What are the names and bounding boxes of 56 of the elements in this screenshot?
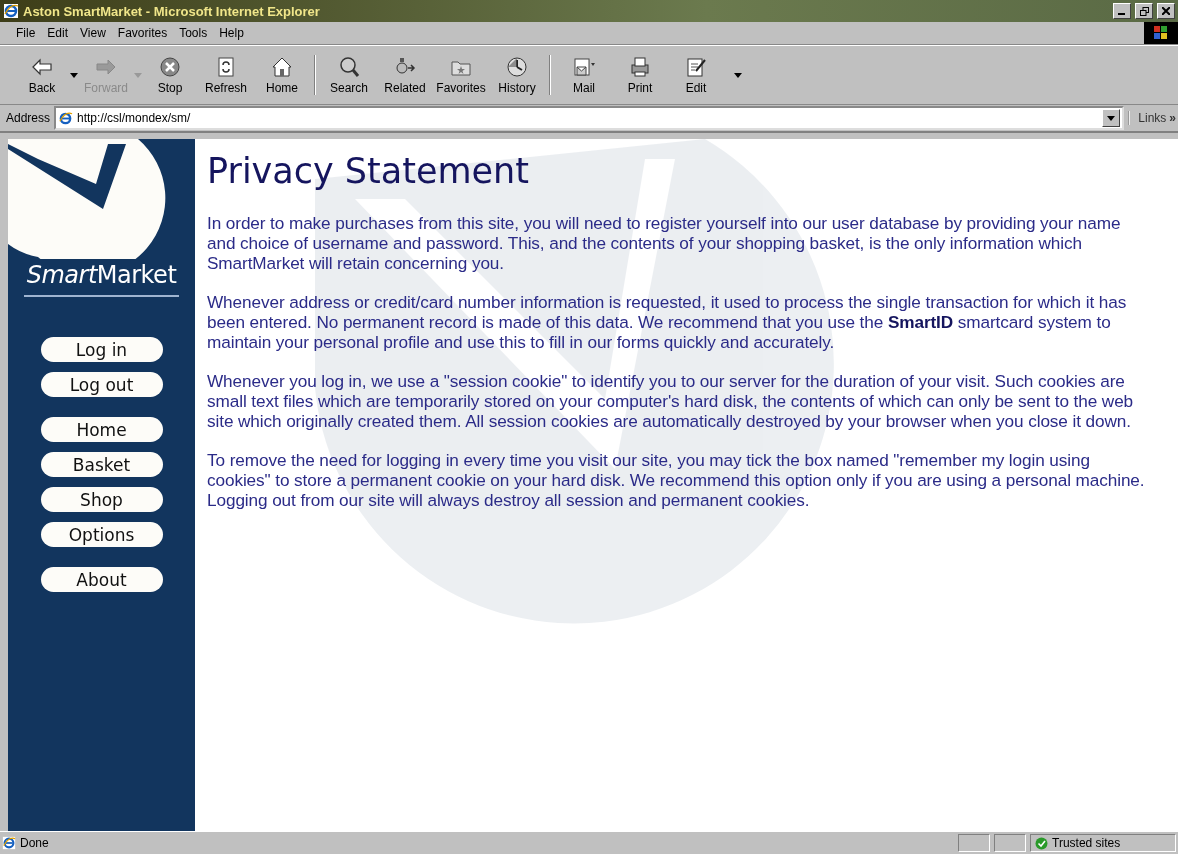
menu-item[interactable]: View xyxy=(74,24,112,42)
toolbar-button[interactable]: Mail xyxy=(556,55,612,95)
stop-icon xyxy=(158,55,182,79)
toolbar-button[interactable]: Print xyxy=(612,55,668,95)
caret-icon[interactable] xyxy=(70,72,78,78)
toolbar-button[interactable]: Search xyxy=(321,55,377,95)
clock-icon xyxy=(505,55,529,79)
dropdown-icon[interactable] xyxy=(1102,109,1121,127)
nav-button[interactable]: Options xyxy=(40,522,163,547)
nav-button[interactable]: Shop xyxy=(40,487,163,512)
page-title: Privacy Statement xyxy=(207,151,531,191)
zone-text: Trusted sites xyxy=(1052,836,1121,850)
toolbar-button[interactable]: Home xyxy=(254,55,310,95)
menu-item[interactable]: File xyxy=(10,24,42,42)
toolbar-button[interactable]: Refresh xyxy=(198,55,254,95)
ie-logo-icon xyxy=(58,110,74,126)
menu-item[interactable]: Help xyxy=(213,24,250,42)
nav-button[interactable]: About xyxy=(40,567,163,592)
paragraph: Whenever address or credit/card number information is requested, it used to process the single transaction for which it has been entered. No permanent record is made of this data. We recommend that you use the SmartID smartcard system to maintain your personal profile and use this to fill in our forms quickly and accurately. xyxy=(207,292,1128,352)
mail-icon xyxy=(572,55,596,79)
toolbar-button[interactable]: Back xyxy=(14,55,70,95)
paragraph: To remove the need for logging in every time you visit our site, you may tick the box named "remember my login using cookies" to store a permanent cookie on your hard disk. We recommend this option only if you are using a personal machine. Logging out from our site will always destroy all session and permanent cookies. xyxy=(207,450,1146,510)
toolbar-button[interactable]: Favorites xyxy=(433,55,489,95)
toolbar-button[interactable]: Edit xyxy=(668,55,724,95)
paragraph: In order to make purchases from this site, you will need to register yourself into our user database by providing your name and choice of username and password. This, and the contents of your shopping basket, is the only information which SmartMarket will retain concerning you. xyxy=(207,213,1122,273)
menu-item[interactable]: Favorites xyxy=(111,24,174,42)
window-title: Aston SmartMarket - Microsoft Internet Explorer xyxy=(23,3,321,19)
close-icon[interactable] xyxy=(1157,3,1175,19)
logo-text: SmartMarket xyxy=(23,261,180,297)
ie-logo-icon xyxy=(2,836,16,850)
address-field[interactable]: http://csl/mondex/sm/ xyxy=(54,106,1125,130)
home-icon xyxy=(270,55,294,79)
check-icon xyxy=(1035,836,1048,850)
restore-icon[interactable] xyxy=(1135,3,1153,19)
minimize-icon[interactable] xyxy=(1113,3,1131,19)
paragraph: Whenever you log in, we use a "session cookie" to identify you to our server for the duration of your visit. Such cookies are small text files which are temporarily stored on your computer's hard disk, the contents of which can only be sent to the web site which originally created them. All session cookies are automatically destroyed by your browser when you close it down. xyxy=(207,371,1135,431)
printer-icon xyxy=(628,55,652,79)
status-text: Done xyxy=(20,836,50,850)
nav-button[interactable]: Log in xyxy=(40,337,163,362)
toolbar-button[interactable]: Stop xyxy=(142,55,198,95)
nav-button[interactable]: Basket xyxy=(40,452,163,477)
address-label: Address xyxy=(6,111,51,125)
toolbar-button[interactable]: History xyxy=(489,55,545,95)
caret-icon[interactable] xyxy=(734,72,742,78)
status-pane xyxy=(994,834,1026,852)
windows-flag-icon xyxy=(1144,22,1178,44)
menu-item[interactable]: Edit xyxy=(41,24,75,42)
nav-button[interactable]: Log out xyxy=(40,372,163,397)
search-icon xyxy=(337,55,361,79)
toolbar-button[interactable]: Related xyxy=(377,55,433,95)
status-pane xyxy=(958,834,990,852)
menu-item[interactable]: Tools xyxy=(173,24,214,42)
ie-logo-icon xyxy=(3,3,19,19)
nav-button[interactable]: Home xyxy=(40,417,163,442)
edit-icon xyxy=(684,55,708,79)
links-button[interactable]: Links » xyxy=(1128,111,1176,125)
